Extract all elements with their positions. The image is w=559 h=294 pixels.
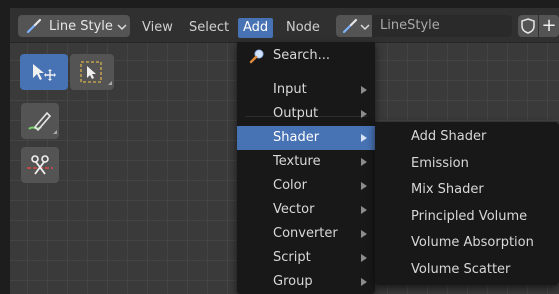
submenu-item-add-shader[interactable]: Add Shader (375, 124, 559, 150)
submenu-item-label: Volume Absorption (411, 235, 534, 250)
submenu-item-label: Volume Scatter (411, 262, 511, 277)
submenu-item-label: Emission (411, 156, 469, 171)
fake-user-button[interactable] (518, 15, 538, 37)
submenu-arrow-icon (361, 86, 367, 94)
submenu-item-volume-absorption[interactable]: Volume Absorption (375, 230, 559, 256)
shader-submenu: Add Shader Emission Mix Shader Principle… (375, 122, 559, 285)
window-frame-top (0, 0, 559, 8)
chevron-down-icon (117, 21, 127, 31)
submenu-arrow-icon (361, 134, 367, 142)
menu-item-shader[interactable]: Shader (237, 126, 375, 150)
line-style-brush-icon (342, 18, 358, 34)
search-icon (249, 48, 265, 64)
menu-item-label: Group (273, 274, 313, 289)
cut-links-tool[interactable] (21, 147, 59, 183)
submenu-arrow-icon (361, 206, 367, 214)
submenu-item-volume-scatter[interactable]: Volume Scatter (375, 257, 559, 283)
annotate-tool[interactable] (21, 103, 59, 139)
menu-item-color[interactable]: Color (237, 174, 375, 198)
submenu-item-label: Add Shader (411, 129, 487, 144)
editor-header: Line Style View Select Add Node LineStyl… (10, 8, 559, 43)
add-menu-dropdown: Search... Input Output Shader Texture Co… (237, 42, 375, 294)
new-linestyle-button[interactable]: + (539, 15, 559, 37)
window-frame-left (0, 0, 10, 294)
submenu-item-mix-shader[interactable]: Mix Shader (375, 177, 559, 203)
editor-type-label: Line Style (49, 18, 113, 34)
editor-type-dropdown[interactable]: Line Style (18, 15, 130, 37)
menu-item-label: Texture (273, 154, 321, 169)
menu-item-label: Input (273, 82, 307, 97)
menu-add[interactable]: Add (238, 18, 274, 38)
menu-item-script[interactable]: Script (237, 246, 375, 270)
select-box-tool[interactable] (70, 54, 114, 90)
menu-item-label: Shader (273, 130, 320, 145)
submenu-arrow-icon (361, 182, 367, 190)
menu-item-group[interactable]: Group (237, 270, 375, 294)
menu-search-label: Search... (273, 48, 331, 63)
submenu-arrow-icon (361, 110, 367, 118)
menu-item-label: Converter (273, 226, 338, 241)
menu-select[interactable]: Select (189, 18, 229, 38)
menu-item-label: Vector (273, 202, 315, 217)
menu-item-label: Script (273, 250, 311, 265)
submenu-arrow-icon (361, 230, 367, 238)
chevron-down-icon (360, 21, 370, 31)
menu-search-item[interactable]: Search... (237, 44, 375, 68)
submenu-item-emission[interactable]: Emission (375, 151, 559, 177)
menu-node[interactable]: Node (286, 18, 320, 38)
menu-item-label: Color (273, 178, 307, 193)
submenu-arrow-icon (361, 278, 367, 286)
submenu-item-label: Mix Shader (411, 182, 484, 197)
line-style-brush-icon (26, 18, 42, 34)
submenu-arrow-icon (361, 254, 367, 262)
menu-item-output[interactable]: Output (237, 102, 375, 126)
menu-item-label: Output (273, 106, 319, 121)
tweak-cursor-icon (33, 64, 56, 81)
menu-item-texture[interactable]: Texture (237, 150, 375, 174)
annotate-pencil-icon (28, 111, 57, 134)
select-tool-group (20, 54, 116, 92)
linestyle-browse-button[interactable] (336, 15, 372, 37)
submenu-item-label: Principled Volume (411, 209, 528, 224)
submenu-arrow-icon (361, 158, 367, 166)
menu-item-converter[interactable]: Converter (237, 222, 375, 246)
menu-item-input[interactable]: Input (237, 78, 375, 102)
scissors-icon (27, 155, 53, 175)
shield-icon (518, 18, 538, 41)
menu-view[interactable]: View (142, 18, 173, 38)
menu-item-vector[interactable]: Vector (237, 198, 375, 222)
submenu-item-principled-volume[interactable]: Principled Volume (375, 204, 559, 230)
select-box-icon (80, 61, 112, 85)
tweak-tool[interactable] (20, 54, 68, 90)
linestyle-name-field[interactable]: LineStyle (372, 15, 512, 37)
